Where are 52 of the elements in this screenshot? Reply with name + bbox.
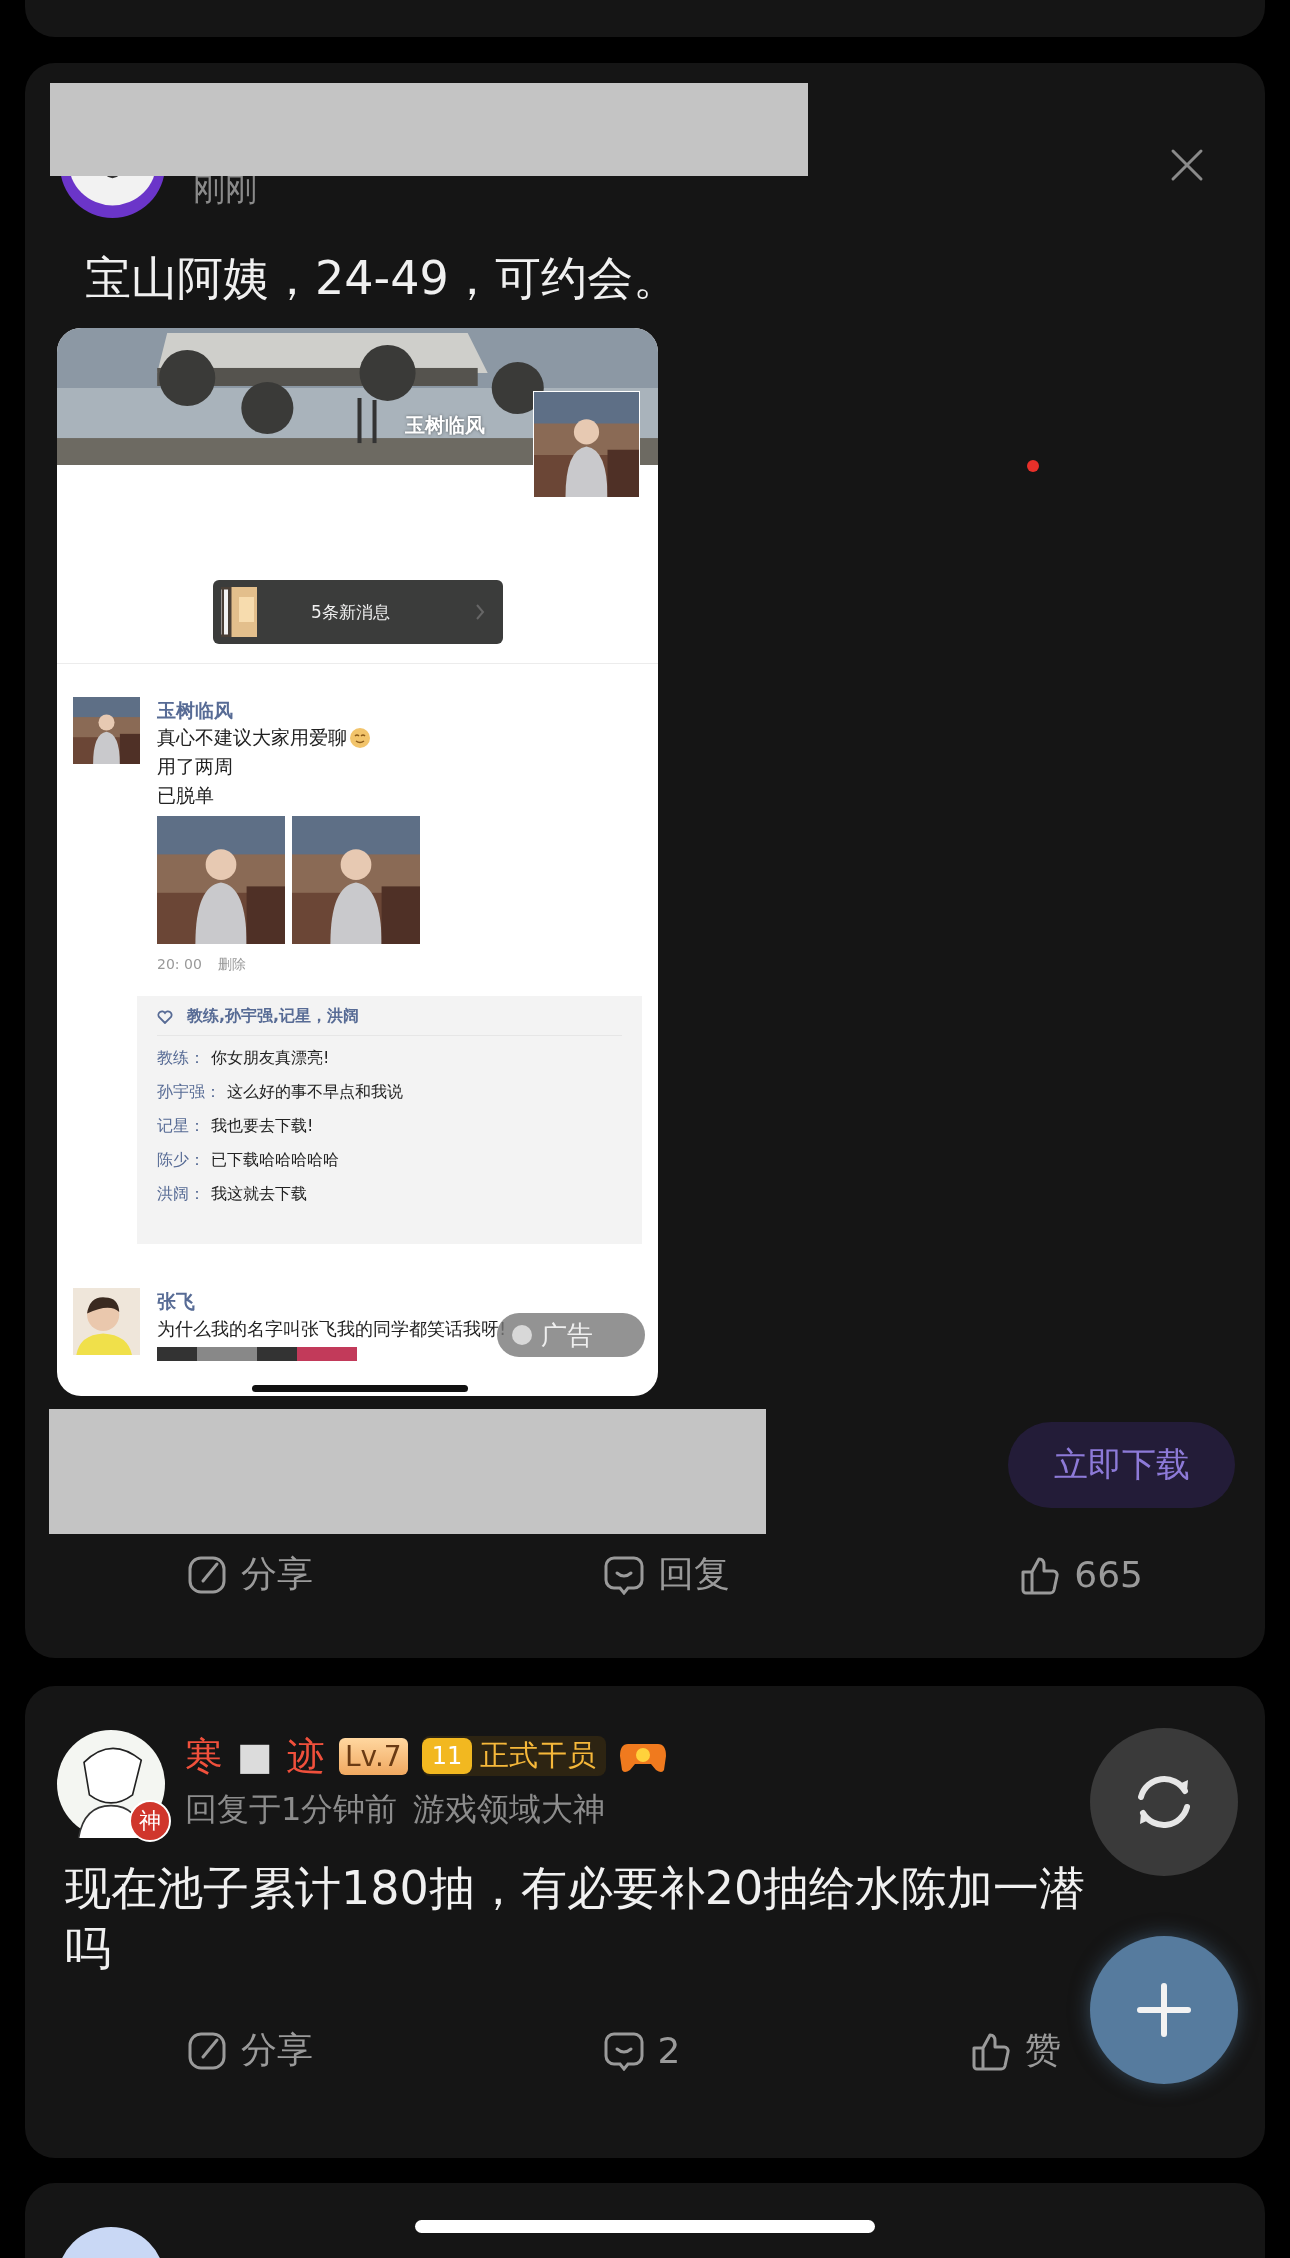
reply-time: 回复于1分钟前 — [185, 1789, 398, 1830]
moment-text: 用了两周 — [157, 754, 234, 779]
action-button[interactable]: 分享 — [187, 2018, 313, 2083]
post-text: 现在池子累计180抽，有必要补20抽给水陈加一潜吗 — [65, 1860, 1087, 1977]
comment-text: 你女朋友真漂亮! — [211, 1047, 330, 1069]
moment-time: 20: 00 — [157, 956, 202, 974]
ad-screenshot[interactable]: 玉树临风 5条新消息 玉树临风 真心不建议大家用爱聊 用了两周 已脱单 20: 00 删除 教练,孙宇强,记星，洪阔 教练： 你女朋友真漂亮! 孙宇强： 这么好的事不早点和我说 记星： 我也要去下载! 陈少： 已下载哈哈哈哈哈 洪阔： 我这就去下载 张飞 为什么我的名字叫张飞我的同学都笑话我呀! 广告 — [57, 328, 658, 1396]
moment-text: 已脱单 — [157, 783, 215, 808]
download-button[interactable]: 立即下载 — [1008, 1422, 1235, 1508]
close-icon — [1170, 148, 1204, 182]
share-icon — [187, 2030, 227, 2071]
dot-icon — [1027, 460, 1039, 472]
comment-text: 我这就去下载 — [211, 1183, 307, 1205]
comment-author[interactable]: 教练： — [157, 1046, 205, 1070]
avatar-badge: 神 — [129, 1800, 171, 1842]
comment-text: 我也要去下载! — [211, 1115, 314, 1137]
comment-author[interactable]: 洪阔： — [157, 1182, 205, 1206]
user-title: 游戏领域大神 — [413, 1789, 606, 1830]
comment-author[interactable]: 陈少： — [157, 1148, 205, 1172]
action-button[interactable]: 665 — [1020, 1542, 1143, 1607]
post-text: 宝山阿姨，24-49，可约会。 — [85, 250, 680, 307]
chevron-icon — [475, 603, 485, 621]
emoji-icon — [349, 726, 371, 749]
heart-icon — [157, 1009, 173, 1024]
circle-icon — [511, 1324, 533, 1346]
post-time: 刚刚 — [193, 170, 257, 208]
action-button[interactable]: 回复 — [603, 1542, 730, 1607]
level-badge: Lv.7 — [338, 1737, 408, 1775]
new-messages-button[interactable]: 5条新消息 — [213, 580, 503, 644]
avatar-icon — [57, 1730, 165, 1838]
comment-author[interactable]: 孙宇强： — [157, 1080, 221, 1104]
profile-name: 玉树临风 — [405, 412, 485, 439]
comment-author[interactable]: 记星： — [157, 1114, 205, 1138]
plus-icon — [1134, 1980, 1194, 2040]
author-name[interactable]: 张飞 — [157, 1288, 507, 1314]
share-icon — [187, 1554, 227, 1595]
likes-list: 教练,孙宇强,记星，洪阔 — [187, 1006, 360, 1027]
delete-link[interactable]: 删除 — [217, 956, 246, 974]
action-button[interactable]: 分享 — [187, 1542, 313, 1607]
comment-icon — [603, 1554, 644, 1595]
moment-text: 真心不建议大家用爱聊 — [157, 723, 420, 752]
author-name[interactable]: 玉树临风 — [157, 697, 420, 723]
comment-text: 已下载哈哈哈哈哈 — [211, 1149, 339, 1171]
action-button[interactable]: 赞 — [971, 2018, 1061, 2083]
comment-text: 这么好的事不早点和我说 — [227, 1081, 403, 1103]
user-name[interactable]: ■ — [237, 1734, 273, 1778]
comment-icon — [603, 2030, 644, 2071]
rank-number: 11 — [421, 1738, 473, 1774]
user-name[interactable]: 迹 — [286, 1730, 325, 1782]
action-button[interactable]: 2 — [603, 2018, 681, 2083]
user-name[interactable]: 寒 — [185, 1730, 223, 1782]
rank-title: 正式干员 — [480, 1737, 597, 1774]
